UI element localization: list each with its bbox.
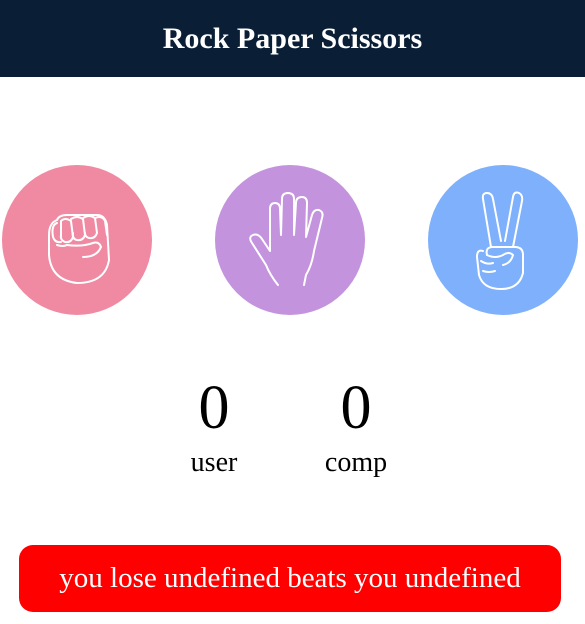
result-message: you lose undefined beats you undefined: [19, 545, 561, 612]
comp-score-label: comp: [324, 447, 388, 478]
comp-score-value: 0: [340, 374, 372, 442]
paper-button[interactable]: [215, 165, 365, 315]
open-hand-icon: [249, 192, 324, 286]
comp-score: 0 comp: [296, 376, 416, 480]
app-header: Rock Paper Scissors: [0, 0, 585, 77]
page-title: Rock Paper Scissors: [162, 21, 423, 55]
result-text: you lose undefined beats you undefined: [59, 562, 521, 594]
user-score: 0 user: [154, 376, 274, 480]
peace-hand-icon: [476, 191, 524, 290]
user-score-value: 0: [198, 374, 230, 442]
rock-button[interactable]: [2, 165, 152, 315]
user-score-label: user: [190, 447, 238, 478]
fist-icon: [48, 214, 110, 284]
scissors-button[interactable]: [428, 165, 578, 315]
